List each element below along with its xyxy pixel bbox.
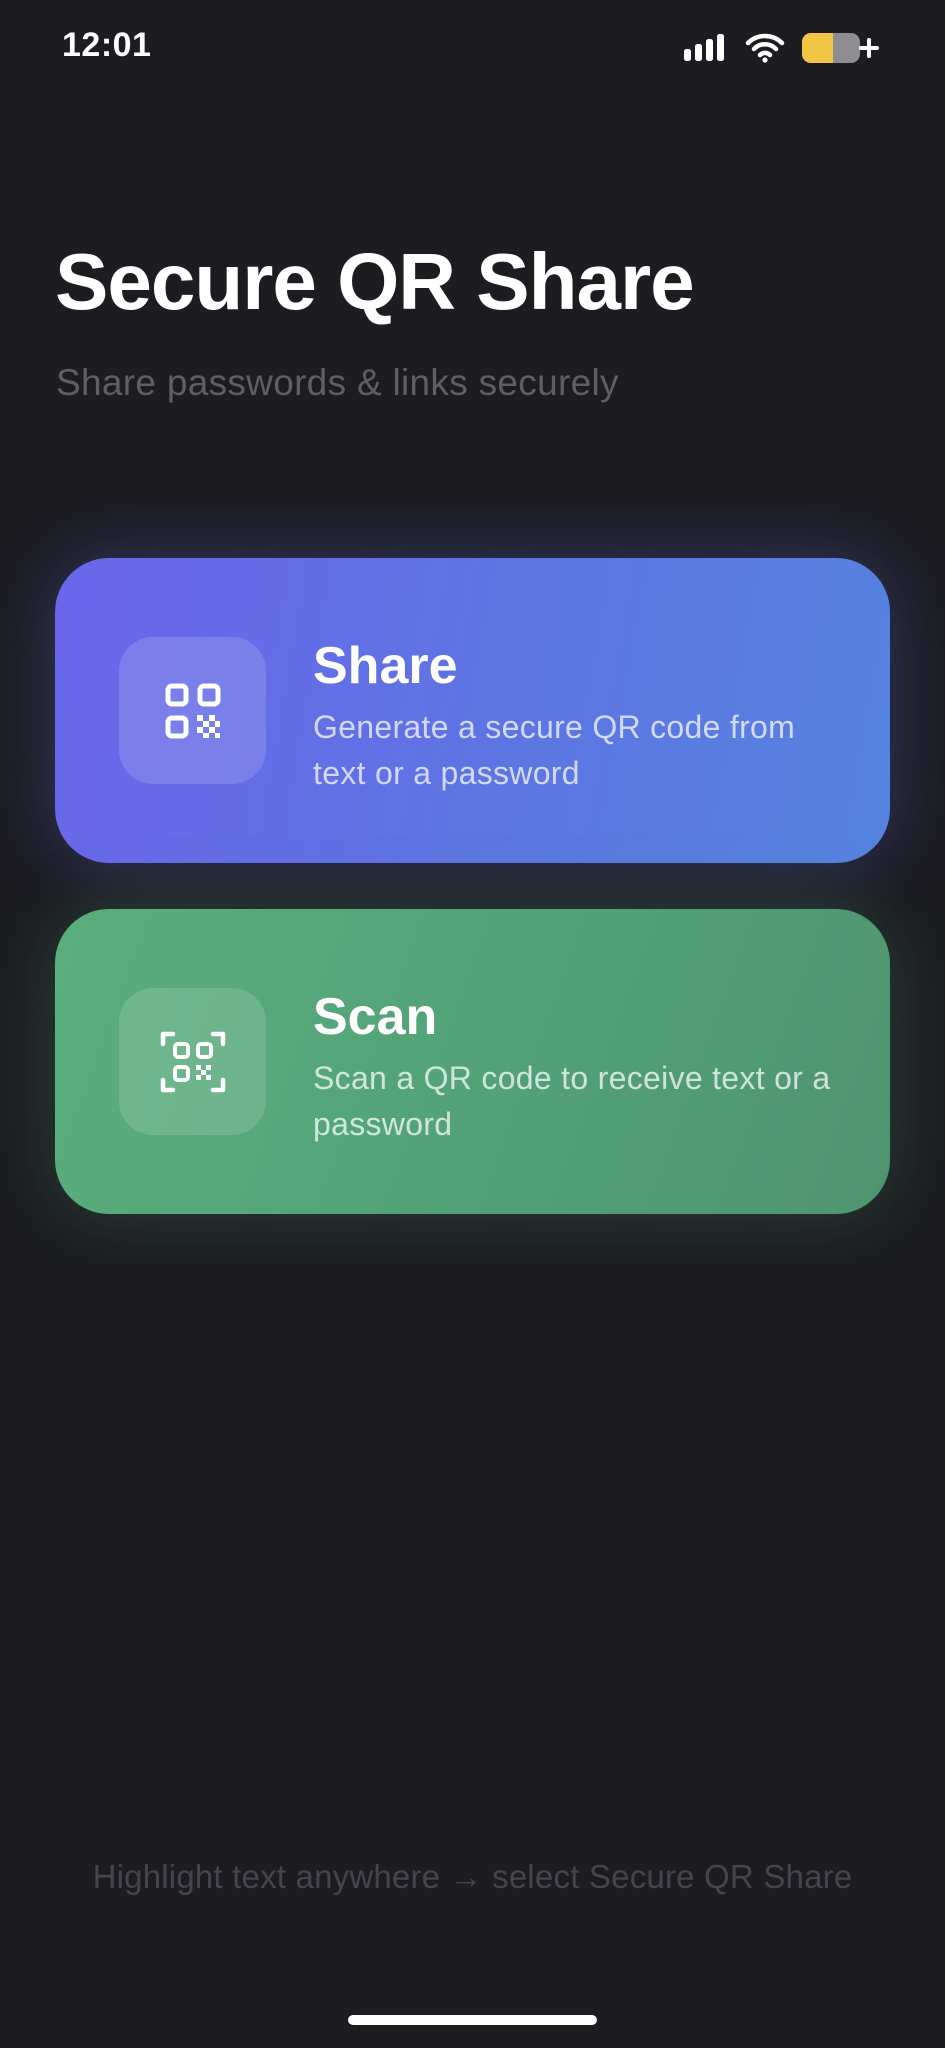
share-card-title: Share [313,637,458,695]
battery-charging-icon [802,33,879,63]
scan-icon-container [119,988,266,1135]
scan-card-button[interactable]: Scan Scan a QR code to receive text or a… [55,909,890,1214]
share-card-button[interactable]: Share Generate a secure QR code from tex… [55,558,890,863]
status-bar: 12:01 [0,0,945,96]
share-card-description: Generate a secure QR code from text or a… [313,709,796,791]
page-subtitle: Share passwords & links securely [56,362,619,403]
scan-card-description: Scan a QR code to receive text or a pass… [313,1060,831,1142]
footer-hint: Highlight text anywhere → select Secure … [92,1858,853,1895]
wifi-icon [745,33,785,63]
qr-scan-icon [160,1031,225,1092]
scan-card-title: Scan [313,988,438,1046]
page-title: Secure QR Share [55,237,695,326]
status-time: 12:01 [62,26,152,64]
share-icon-container [119,637,266,784]
cellular-signal-icon [684,34,724,61]
qr-code-icon [165,683,220,738]
status-icons [683,30,881,66]
home-indicator[interactable] [348,2015,597,2025]
